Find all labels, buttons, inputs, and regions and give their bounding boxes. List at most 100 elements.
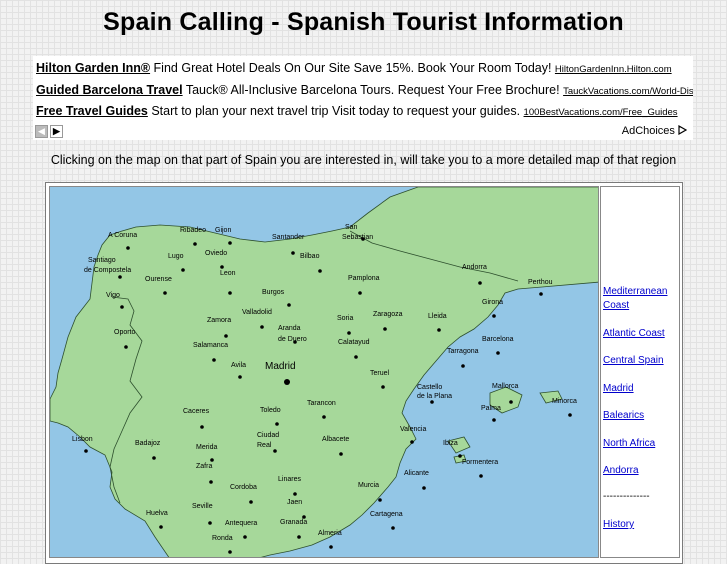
city-dot [329, 545, 333, 549]
city-label: Lugo [168, 253, 184, 260]
city-dot [84, 449, 88, 453]
city-label: Girona [482, 299, 503, 306]
city-label: Real [257, 442, 272, 449]
city-dot [210, 458, 214, 462]
city-dot [220, 265, 224, 269]
city-label: Alicante [404, 470, 429, 477]
city-label: Zamora [207, 317, 231, 324]
city-label: Ronda [212, 535, 233, 542]
ad-url-link[interactable]: TauckVacations.com/World-Discovery [563, 86, 693, 97]
sidebar-link-madrid[interactable]: Madrid [603, 382, 679, 396]
city-label: Oporto [114, 329, 136, 336]
spain-map-image[interactable]: A Coruna Ribadeo Gijon Santander San Sebastia… [50, 187, 598, 557]
page-title: Spain Calling - Spanish Tourist Informat… [103, 8, 624, 36]
city-label: Almeria [318, 530, 342, 537]
sidebar-link-andorra[interactable]: Andorra [603, 464, 679, 478]
city-dot [509, 400, 513, 404]
spain-map[interactable]: A Coruna Ribadeo Gijon Santander San Sebastia… [49, 186, 599, 558]
city-label: Granada [280, 519, 307, 526]
city-dot [181, 268, 185, 272]
city-label: Santiago [88, 257, 116, 264]
sidebar-link-mediterranean-coast[interactable]: Mediterranean Coast [603, 285, 679, 313]
chevron-left-icon[interactable]: ◀ [35, 125, 48, 138]
city-dot [126, 246, 130, 250]
map-table: A Coruna Ribadeo Gijon Santander San Sebastia… [45, 182, 683, 564]
city-dot [378, 498, 382, 502]
city-dot [243, 535, 247, 539]
city-label: Cordoba [230, 484, 257, 491]
city-label: Badajoz [135, 440, 161, 447]
city-dot [284, 379, 290, 385]
ad-item[interactable]: Hilton Garden Inn® Find Great Hotel Deal… [36, 58, 693, 78]
city-label: Madrid [265, 361, 296, 372]
city-dot [381, 385, 385, 389]
city-dot [273, 449, 277, 453]
city-dot [228, 291, 232, 295]
city-dot [287, 303, 291, 307]
city-dot [479, 474, 483, 478]
city-label: Perthou [528, 279, 553, 286]
city-label: de Compostela [84, 267, 131, 274]
city-label: Andorra [462, 264, 487, 271]
city-dot [410, 440, 414, 444]
city-dot [422, 486, 426, 490]
city-dot [568, 413, 572, 417]
city-label: Antequera [225, 520, 257, 527]
city-label: Ciudad [257, 432, 279, 439]
city-label: Sebastian [342, 234, 373, 241]
city-dot [224, 334, 228, 338]
chevron-right-icon[interactable]: ▶ [50, 125, 63, 138]
sidebar-link-balearics[interactable]: Balearics [603, 409, 679, 423]
ad-banner: Hilton Garden Inn® Find Great Hotel Deal… [33, 56, 693, 140]
adchoices-label: AdChoices [621, 125, 675, 137]
city-label: Santander [272, 234, 305, 241]
city-dot [358, 291, 362, 295]
city-label: Ibiza [443, 440, 458, 447]
city-dot [209, 480, 213, 484]
sidebar-link-atlantic-coast[interactable]: Atlantic Coast [603, 327, 679, 341]
city-dot [339, 452, 343, 456]
city-label: Jaen [287, 499, 302, 506]
adchoices-link[interactable]: AdChoices [621, 124, 688, 137]
city-label: Ourense [145, 276, 172, 283]
city-label: Minorca [552, 398, 577, 405]
city-label: Lleida [428, 313, 447, 320]
city-label: Leon [220, 270, 236, 277]
city-label: Pamplona [348, 275, 380, 282]
sidebar-link-central-spain[interactable]: Central Spain [603, 354, 679, 368]
ad-title-link[interactable]: Free Travel Guides [36, 104, 148, 118]
city-dot [163, 291, 167, 295]
sidebar-link-history[interactable]: History [603, 518, 679, 532]
city-label: de Duero [278, 336, 307, 343]
ad-item[interactable]: Guided Barcelona Travel Tauck® All-Inclu… [36, 80, 693, 100]
city-label: Castello [417, 384, 442, 391]
city-dot [383, 327, 387, 331]
city-dot [354, 355, 358, 359]
city-label: Calatayud [338, 339, 370, 346]
city-label: Toledo [260, 407, 281, 414]
ad-url-link[interactable]: HiltonGardenInn.Hilton.com [555, 64, 672, 75]
city-dot [208, 521, 212, 525]
city-label: Salamanca [193, 342, 228, 349]
city-dot [120, 305, 124, 309]
city-label: A Coruna [108, 232, 137, 239]
ad-url-link[interactable]: 100BestVacations.com/Free_Guides [524, 107, 678, 118]
city-label: Huelva [146, 510, 168, 517]
intro-text: Clicking on the map on that part of Spai… [50, 153, 677, 167]
city-label: Mallorca [492, 383, 519, 390]
sidebar-link-north-africa[interactable]: North Africa [603, 437, 679, 451]
city-label: Oviedo [205, 250, 227, 257]
city-dot [118, 275, 122, 279]
city-dot [391, 526, 395, 530]
city-label: Tarancon [307, 400, 336, 407]
city-dot [275, 422, 279, 426]
city-dot [478, 281, 482, 285]
ad-title-link[interactable]: Guided Barcelona Travel [36, 83, 183, 97]
ad-item[interactable]: Free Travel Guides Start to plan your ne… [36, 101, 693, 121]
city-dot [322, 415, 326, 419]
city-dot [124, 345, 128, 349]
ad-title-link[interactable]: Hilton Garden Inn® [36, 61, 150, 75]
city-label: Valencia [400, 426, 426, 433]
city-label: Aranda [278, 325, 301, 332]
city-dot [347, 331, 351, 335]
